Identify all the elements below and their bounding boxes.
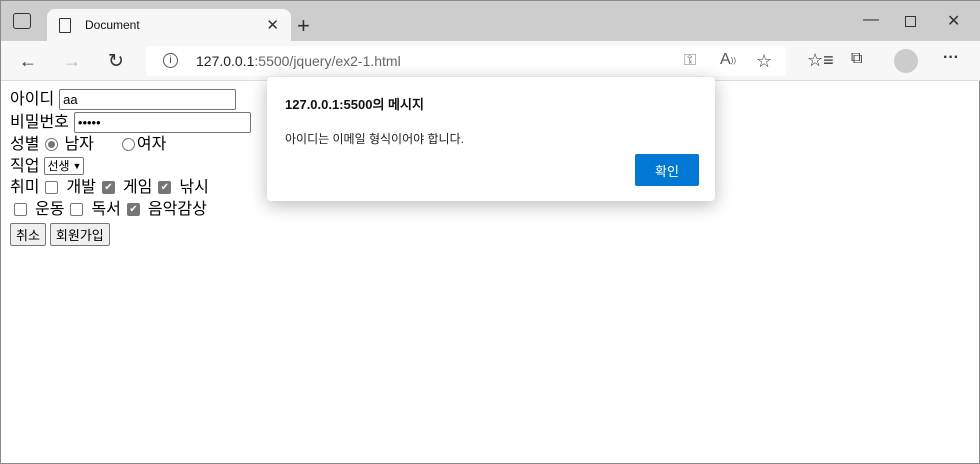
tab-strip: Document ✕ + — ✕ [1, 1, 980, 41]
hobby-label-fishing: 낚시 [179, 179, 209, 196]
tab-title: Document [85, 18, 140, 32]
document-icon [59, 17, 71, 33]
collections-icon[interactable]: ⧉ [851, 50, 862, 68]
url-host: 127.0.0.1 [196, 53, 255, 69]
hobby-label-reading: 독서 [91, 200, 121, 218]
hobby-checkbox-game[interactable]: ✔ [101, 181, 115, 195]
gender-female-label: 여자 [136, 136, 167, 153]
hobby-label-music: 음악감상 [147, 200, 207, 218]
minimize-icon[interactable]: — [863, 11, 879, 29]
hobby-label: 취미 [10, 179, 40, 196]
chevron-down-icon: ▼ [72, 160, 82, 171]
tab-actions-icon[interactable] [13, 13, 31, 29]
toolbar: ← → ↻ i 127.0.0.1:5500/jquery/ex2-1.html… [1, 41, 980, 81]
read-aloud-icon[interactable]: A)) [720, 51, 736, 69]
password-label: 비밀번호 [10, 113, 69, 131]
favorites-icon[interactable]: ☆≡ [807, 50, 834, 71]
hobby-label-dev: 개발 [66, 179, 96, 196]
address-bar[interactable]: i 127.0.0.1:5500/jquery/ex2-1.html ⚿ A))… [146, 46, 786, 76]
password-input[interactable] [73, 111, 251, 133]
cancel-button[interactable]: 취소 [10, 223, 46, 246]
refresh-icon[interactable]: ↻ [108, 50, 124, 73]
gender-female-radio[interactable] [121, 138, 135, 152]
gender-male-radio[interactable] [45, 138, 59, 152]
tab-document[interactable]: Document ✕ [47, 9, 291, 41]
alert-dialog: 127.0.0.1:5500의 메시지 아이디는 이메일 형식이어야 합니다. … [267, 77, 715, 201]
back-icon[interactable]: ← [19, 51, 37, 72]
dialog-title: 127.0.0.1:5500의 메시지 [285, 97, 424, 112]
info-icon[interactable]: i [163, 53, 178, 68]
more-icon[interactable]: ··· [943, 49, 959, 67]
new-tab-icon[interactable]: + [297, 13, 310, 39]
close-tab-icon[interactable]: ✕ [266, 16, 279, 34]
hobby-label-exercise: 운동 [35, 200, 65, 218]
hobby-label-game: 게임 [122, 179, 153, 196]
maximize-icon[interactable] [905, 16, 916, 27]
id-label: 아이디 [10, 91, 55, 108]
dialog-message: 아이디는 이메일 형식이어야 합니다. [285, 132, 464, 146]
job-select[interactable]: 선생 ▼ [44, 157, 85, 176]
gender-label: 성별 [10, 136, 40, 153]
job-select-value: 선생 [47, 158, 70, 173]
close-window-icon[interactable]: ✕ [947, 11, 960, 31]
forward-icon[interactable]: → [63, 51, 81, 72]
hobby-checkbox-fishing[interactable]: ✔ [158, 181, 172, 195]
key-icon[interactable]: ⚿ [684, 52, 696, 70]
gender-male-label: 남자 [64, 136, 94, 153]
hobby-checkbox-reading[interactable] [70, 202, 84, 216]
signup-form: 아이디 비밀번호 성별남자여자 직업선생▼ 취미 개발 ✔게임 ✔낚시 운동 독… [10, 89, 251, 246]
profile-avatar[interactable] [894, 49, 918, 73]
signup-button[interactable]: 회원가입 [49, 223, 110, 246]
job-label: 직업 [10, 157, 40, 175]
add-favorite-icon[interactable]: ☆ [756, 51, 772, 72]
url-path: :5500/jquery/ex2-1.html [254, 53, 401, 69]
id-input[interactable] [59, 89, 237, 111]
hobby-checkbox-exercise[interactable] [14, 202, 27, 216]
hobby-checkbox-dev[interactable] [45, 181, 59, 195]
ok-button[interactable]: 확인 [635, 154, 699, 186]
hobby-checkbox-music[interactable]: ✔ [126, 202, 140, 216]
